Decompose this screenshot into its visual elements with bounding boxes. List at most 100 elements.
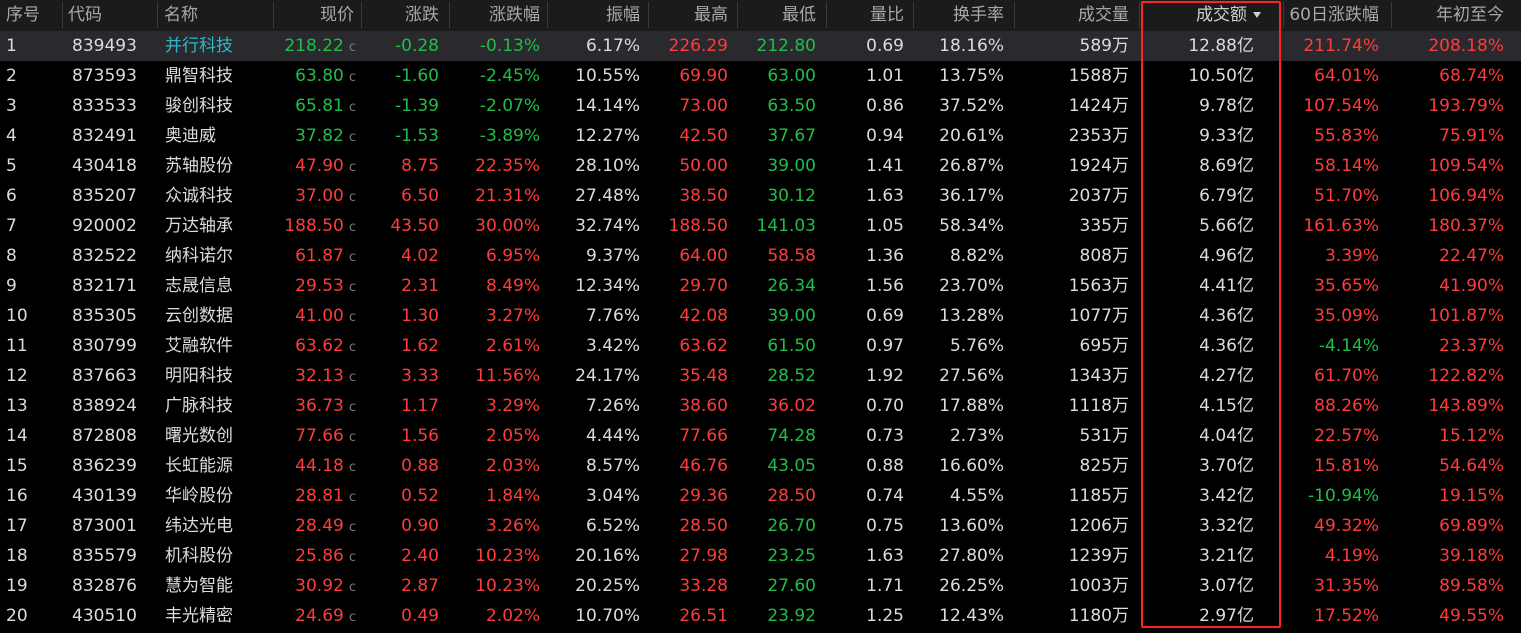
cell-name[interactable]: 明阳科技 — [165, 361, 275, 391]
cell-code[interactable]: 836239 — [72, 451, 162, 481]
cell-high: 27.98 — [650, 541, 728, 571]
cell-volume: 1185万 — [1016, 481, 1129, 511]
table-row[interactable]: 4 832491 奥迪威 37.82 c -1.53 -3.89% 12.27% 42.50 37… — [0, 121, 1521, 151]
table-row[interactable]: 14 872808 曙光数创 77.66 c 1.56 2.05% 4.44% 77.66 74.… — [0, 421, 1521, 451]
cell-amplitude: 14.14% — [551, 91, 640, 121]
table-row[interactable]: 3 833533 骏创科技 65.81 c -1.39 -2.07% 14.14% 73.00 6… — [0, 91, 1521, 121]
change-value: 4.02 — [401, 246, 439, 266]
cell-low: 212.80 — [740, 31, 816, 61]
cell-name[interactable]: 纬达光电 — [165, 511, 275, 541]
cell-code[interactable]: 835207 — [72, 181, 162, 211]
table-row[interactable]: 15 836239 长虹能源 44.18 c 0.88 2.03% 8.57% 46.76 43.… — [0, 451, 1521, 481]
ytd-value: 41.90% — [1439, 276, 1504, 296]
header-label: 最高 — [694, 5, 728, 25]
cell-name[interactable]: 华岭股份 — [165, 481, 275, 511]
cell-price: 47.90 c — [276, 151, 356, 181]
header-ytd[interactable]: 年初至今 — [1392, 0, 1504, 31]
header-low[interactable]: 最低 — [740, 0, 816, 31]
cell-change: -1.53 — [363, 121, 439, 151]
cell-code[interactable]: 835305 — [72, 301, 162, 331]
table-row[interactable]: 19 832876 慧为智能 30.92 c 2.87 10.23% 20.25% 33.28 2… — [0, 571, 1521, 601]
table-row[interactable]: 1 839493 并行科技 218.22 c -0.28 -0.13% 6.17% 226.29… — [0, 31, 1521, 61]
cell-name[interactable]: 骏创科技 — [165, 91, 275, 121]
header-name[interactable]: 名称 — [164, 0, 274, 31]
cell-code[interactable]: 835579 — [72, 541, 162, 571]
table-row[interactable]: 5 430418 苏轴股份 47.90 c 8.75 22.35% 28.10% 50.00 39… — [0, 151, 1521, 181]
sort-desc-icon[interactable] — [1253, 12, 1261, 18]
cell-ytd: 49.55% — [1392, 601, 1504, 631]
cell-name[interactable]: 鼎智科技 — [165, 61, 275, 91]
cell-code[interactable]: 873001 — [72, 511, 162, 541]
header-idx[interactable]: 序号 — [6, 0, 66, 31]
cell-name[interactable]: 曙光数创 — [165, 421, 275, 451]
cell-ytd: 68.74% — [1392, 61, 1504, 91]
cell-code[interactable]: 833533 — [72, 91, 162, 121]
cell-amplitude: 3.04% — [551, 481, 640, 511]
cell-low: 141.03 — [740, 211, 816, 241]
cell-name[interactable]: 艾融软件 — [165, 331, 275, 361]
cell-code[interactable]: 832876 — [72, 571, 162, 601]
cell-name[interactable]: 慧为智能 — [165, 571, 275, 601]
header-turnover[interactable]: 换手率 — [915, 0, 1004, 31]
header-volume[interactable]: 成交量 — [1016, 0, 1129, 31]
table-row[interactable]: 17 873001 纬达光电 28.49 c 0.90 3.26% 6.52% 28.50 26.… — [0, 511, 1521, 541]
cell-name[interactable]: 纳科诺尔 — [165, 241, 275, 271]
cell-code[interactable]: 920002 — [72, 211, 162, 241]
cell-name[interactable]: 丰光精密 — [165, 601, 275, 631]
cell-name[interactable]: 广脉科技 — [165, 391, 275, 421]
table-row[interactable]: 11 830799 艾融软件 63.62 c 1.62 2.61% 3.42% 63.62 61.… — [0, 331, 1521, 361]
cell-code[interactable]: 832171 — [72, 271, 162, 301]
cell-name[interactable]: 志晟信息 — [165, 271, 275, 301]
table-row[interactable]: 6 835207 众诚科技 37.00 c 6.50 21.31% 27.48% 38.50 30… — [0, 181, 1521, 211]
table-row[interactable]: 16 430139 华岭股份 28.81 c 0.52 1.84% 3.04% 29.36 28.… — [0, 481, 1521, 511]
cell-name[interactable]: 并行科技 — [165, 31, 275, 61]
table-row[interactable]: 9 832171 志晟信息 29.53 c 2.31 8.49% 12.34% 29.70 26.… — [0, 271, 1521, 301]
table-row[interactable]: 18 835579 机科股份 25.86 c 2.40 10.23% 20.16% 27.98 2… — [0, 541, 1521, 571]
cell-name[interactable]: 机科股份 — [165, 541, 275, 571]
header-high[interactable]: 最高 — [650, 0, 728, 31]
cell-volume: 695万 — [1016, 331, 1129, 361]
cell-name[interactable]: 奥迪威 — [165, 121, 275, 151]
table-row[interactable]: 7 920002 万达轴承 188.50 c 43.50 30.00% 32.74% 188.5… — [0, 211, 1521, 241]
amplitude-value: 12.34% — [575, 276, 640, 296]
name-value: 广脉科技 — [165, 396, 233, 416]
header-amplitude[interactable]: 振幅 — [551, 0, 640, 31]
vol-ratio-value: 1.63 — [866, 546, 904, 566]
table-row[interactable]: 2 873593 鼎智科技 63.80 c -1.60 -2.45% 10.55% 69.90 6… — [0, 61, 1521, 91]
cell-price: 25.86 c — [276, 541, 356, 571]
header-change[interactable]: 涨跌 — [363, 0, 439, 31]
cell-code[interactable]: 430418 — [72, 151, 162, 181]
table-row[interactable]: 12 837663 明阳科技 32.13 c 3.33 11.56% 24.17% 35.48 2… — [0, 361, 1521, 391]
cell-amount: 9.33亿 — [1141, 121, 1254, 151]
header-d60[interactable]: 60日涨跌幅 — [1283, 0, 1379, 31]
cell-name[interactable]: 苏轴股份 — [165, 151, 275, 181]
header-price[interactable]: 现价 — [276, 0, 354, 31]
table-row[interactable]: 20 430510 丰光精密 24.69 c 0.49 2.02% 10.70% 26.51 23… — [0, 601, 1521, 631]
cell-code[interactable]: 837663 — [72, 361, 162, 391]
header-pct[interactable]: 涨跌幅 — [451, 0, 540, 31]
header-vol-ratio[interactable]: 量比 — [828, 0, 904, 31]
table-row[interactable]: 10 835305 云创数据 41.00 c 1.30 3.27% 7.76% 42.08 39.… — [0, 301, 1521, 331]
header-code[interactable]: 代码 — [68, 0, 158, 31]
table-row[interactable]: 13 838924 广脉科技 36.73 c 1.17 3.29% 7.26% 38.60 36.… — [0, 391, 1521, 421]
cell-code[interactable]: 830799 — [72, 331, 162, 361]
cell-code[interactable]: 839493 — [72, 31, 162, 61]
high-value: 42.50 — [679, 126, 728, 146]
cell-code[interactable]: 832522 — [72, 241, 162, 271]
amplitude-value: 12.27% — [575, 126, 640, 146]
header-amount[interactable]: 成交额 — [1141, 0, 1261, 31]
cell-name[interactable]: 万达轴承 — [165, 211, 275, 241]
cell-code[interactable]: 832491 — [72, 121, 162, 151]
cell-code[interactable]: 430510 — [72, 601, 162, 631]
table-row[interactable]: 8 832522 纳科诺尔 61.87 c 4.02 6.95% 9.37% 64.00 58.5… — [0, 241, 1521, 271]
cell-name[interactable]: 长虹能源 — [165, 451, 275, 481]
cell-code[interactable]: 838924 — [72, 391, 162, 421]
cell-code[interactable]: 872808 — [72, 421, 162, 451]
cell-name[interactable]: 云创数据 — [165, 301, 275, 331]
cell-name[interactable]: 众诚科技 — [165, 181, 275, 211]
change-value: 43.50 — [390, 216, 439, 236]
cell-code[interactable]: 873593 — [72, 61, 162, 91]
cell-vol-ratio: 1.63 — [828, 181, 904, 211]
cell-code[interactable]: 430139 — [72, 481, 162, 511]
cell-amplitude: 24.17% — [551, 361, 640, 391]
